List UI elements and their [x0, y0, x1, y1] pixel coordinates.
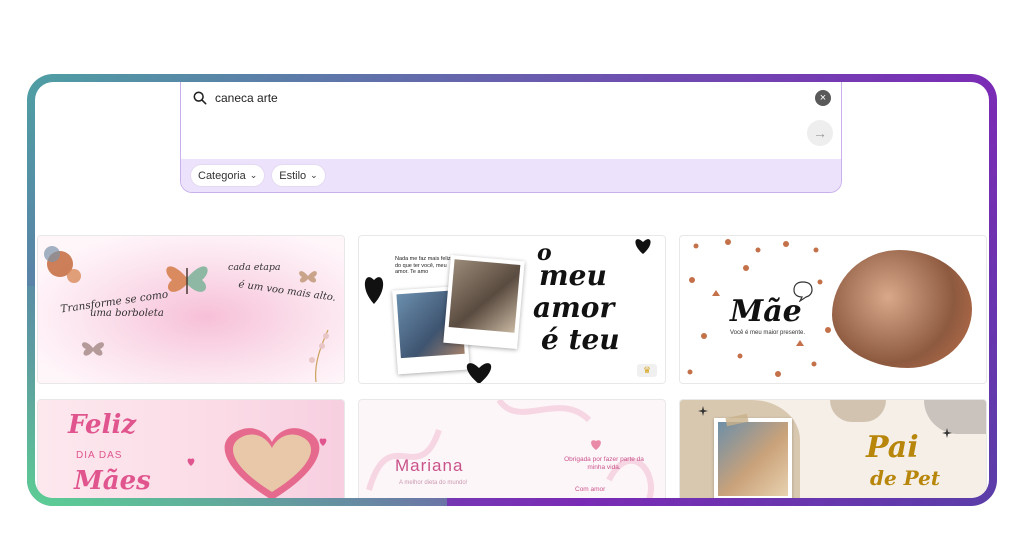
pet-photo-frame [714, 418, 792, 498]
template-title: é teu [541, 323, 620, 356]
template-title: Pai [866, 430, 919, 465]
browser-frame: × → Categoria ⌄ Estilo ⌄ [27, 74, 997, 506]
template-title: Feliz [68, 410, 137, 440]
search-panel: × → Categoria ⌄ Estilo ⌄ [180, 82, 842, 193]
filter-style-label: Estilo [279, 169, 307, 182]
heart-icon [364, 277, 384, 304]
family-photo [832, 250, 972, 368]
sparkle-icon [698, 406, 708, 416]
blob-shape [830, 400, 886, 422]
heart-icon [187, 458, 195, 466]
template-name: Mariana [395, 456, 464, 475]
search-input[interactable] [215, 91, 815, 105]
sparkle-icon [942, 428, 952, 438]
heart-icon [319, 438, 327, 446]
template-title: DIA DAS [76, 450, 123, 461]
heart-icon [591, 440, 601, 450]
search-icon [193, 91, 207, 105]
template-subtitle: Você é meu maior presente. [730, 330, 806, 336]
template-title: de Pet [870, 466, 941, 490]
template-text: uma borboleta [90, 308, 164, 319]
filter-category-label: Categoria [198, 169, 246, 182]
filter-bar: Categoria ⌄ Estilo ⌄ [181, 159, 841, 192]
template-card-mariana[interactable]: Mariana A melhor dieta do mundo! Obrigad… [359, 400, 665, 498]
branch-illustration [309, 329, 329, 382]
premium-crown-badge: ♛ [637, 364, 657, 377]
search-row: × [193, 88, 831, 108]
photo-image [718, 422, 788, 496]
clear-search-button[interactable]: × [815, 90, 831, 106]
template-title: meu [539, 259, 607, 292]
app-screen: × → Categoria ⌄ Estilo ⌄ [35, 82, 989, 498]
template-text: cada etapa [228, 262, 281, 273]
blob-shape [924, 400, 986, 434]
template-sign: Com amor [575, 486, 606, 493]
template-title: amor [533, 291, 615, 324]
heart-icon [635, 239, 651, 254]
template-note: Nada me faz mais feliz do que ter você, … [395, 256, 451, 276]
template-card-mae[interactable]: Mãe Você é meu maior presente. [680, 236, 986, 383]
template-text: é um voo mais alto. [237, 279, 337, 304]
chevron-down-icon: ⌄ [249, 170, 258, 180]
template-card-butterfly[interactable]: Transforme se como uma borboleta cada et… [38, 236, 344, 383]
submit-search-button[interactable]: → [807, 120, 833, 146]
template-card-pai-de-pet[interactable]: Pai de Pet [680, 400, 986, 498]
template-title: Mãe [730, 294, 802, 329]
polaroid-photo [443, 254, 525, 350]
heart-photo-frame [224, 428, 320, 498]
template-title: Mães [74, 466, 151, 496]
flower-illustration [44, 246, 81, 283]
chevron-down-icon: ⌄ [310, 170, 318, 180]
photo-image [448, 259, 521, 333]
heart-icon [467, 363, 491, 383]
butterfly-icon [299, 271, 317, 283]
template-tagline: A melhor dieta do mundo! [399, 480, 468, 486]
filter-category[interactable]: Categoria ⌄ [191, 165, 265, 186]
filter-style[interactable]: Estilo ⌄ [272, 165, 325, 186]
template-message: Obrigada por fazer parte da minha vida. [564, 456, 644, 472]
template-card-meu-amor[interactable]: Nada me faz mais feliz do que ter você, … [359, 236, 665, 383]
template-card-dia-das-maes[interactable]: Feliz DIA DAS Mães [38, 400, 344, 498]
butterfly-icon [82, 342, 104, 356]
